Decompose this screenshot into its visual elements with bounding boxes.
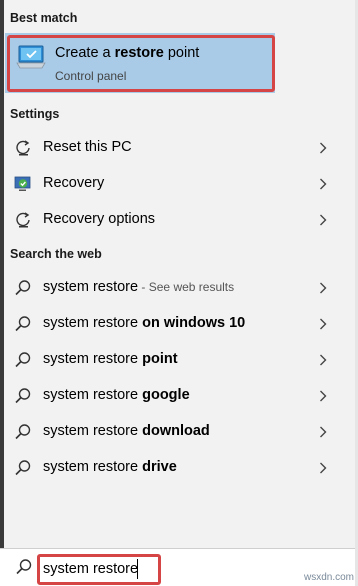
web-result-label: system restore point bbox=[43, 351, 178, 367]
web-result-4[interactable]: system restore download bbox=[4, 415, 335, 449]
restore-point-monitor-icon bbox=[16, 45, 46, 69]
search-icon bbox=[15, 316, 31, 332]
chevron-right-icon[interactable] bbox=[319, 178, 327, 190]
best-match-title: Create a restore point bbox=[55, 45, 200, 61]
settings-item-label: Recovery options bbox=[43, 211, 156, 227]
web-result-3[interactable]: system restore google bbox=[4, 379, 335, 413]
search-icon bbox=[15, 424, 31, 440]
search-icon bbox=[15, 280, 31, 296]
web-result-label: system restore google bbox=[43, 387, 190, 403]
watermark: wsxdn.com bbox=[304, 572, 355, 583]
recovery-options-icon bbox=[16, 212, 30, 228]
settings-item-label: Reset this PC bbox=[43, 139, 132, 155]
search-input[interactable]: system restore bbox=[43, 561, 138, 577]
web-result-1[interactable]: system restore on windows 10 bbox=[4, 307, 335, 341]
recovery-shield-icon bbox=[14, 176, 31, 191]
chevron-right-icon[interactable] bbox=[319, 354, 327, 366]
settings-item-label: Recovery bbox=[43, 175, 105, 191]
reset-pc-icon bbox=[16, 140, 30, 156]
text-caret bbox=[137, 559, 138, 579]
best-match-subtitle: Control panel bbox=[55, 69, 127, 83]
web-result-5[interactable]: system restore drive bbox=[4, 451, 335, 485]
chevron-right-icon[interactable] bbox=[319, 462, 327, 474]
settings-item-recovery[interactable]: Recovery bbox=[4, 167, 335, 201]
search-icon bbox=[15, 352, 31, 368]
chevron-right-icon[interactable] bbox=[319, 214, 327, 226]
web-result-label: system restore - See web results bbox=[43, 279, 235, 295]
best-match-heading: Best match bbox=[10, 11, 78, 25]
chevron-right-icon[interactable] bbox=[319, 282, 327, 294]
web-result-0[interactable]: system restore - See web results bbox=[4, 271, 335, 305]
settings-heading: Settings bbox=[10, 107, 60, 121]
search-icon bbox=[16, 559, 32, 575]
web-result-label: system restore on windows 10 bbox=[43, 315, 246, 331]
search-web-heading: Search the web bbox=[10, 247, 102, 261]
chevron-right-icon[interactable] bbox=[319, 318, 327, 330]
web-result-2[interactable]: system restore point bbox=[4, 343, 335, 377]
chevron-right-icon[interactable] bbox=[319, 426, 327, 438]
chevron-right-icon[interactable] bbox=[319, 390, 327, 402]
settings-item-reset-pc[interactable]: Reset this PC bbox=[4, 131, 335, 165]
search-icon bbox=[15, 388, 31, 404]
best-match-annotation-outline bbox=[7, 35, 275, 92]
web-result-label: system restore drive bbox=[43, 459, 177, 475]
search-icon bbox=[15, 460, 31, 476]
chevron-right-icon[interactable] bbox=[319, 142, 327, 154]
web-result-label: system restore download bbox=[43, 423, 210, 439]
settings-item-recovery-options[interactable]: Recovery options bbox=[4, 203, 335, 237]
